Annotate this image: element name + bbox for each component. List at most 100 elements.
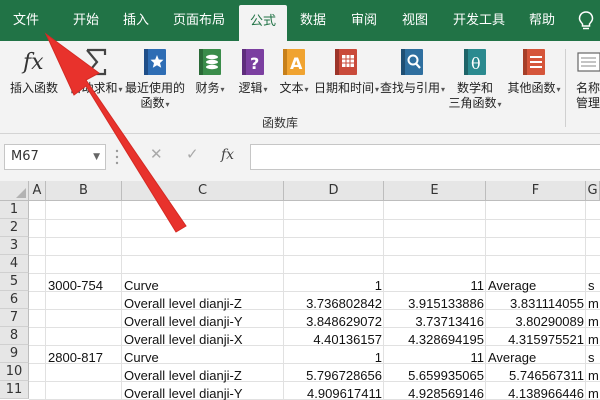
- cell-b5[interactable]: 3000-754: [46, 277, 122, 295]
- math-trig-button[interactable]: θ 数学和 三角函数▾: [444, 45, 506, 117]
- svg-text:?: ?: [250, 54, 259, 73]
- cell-c11[interactable]: Overall level dianji-Y: [122, 385, 284, 400]
- select-all-button[interactable]: [0, 181, 29, 201]
- cell-d8[interactable]: 4.40136157: [284, 331, 384, 349]
- row-header-11[interactable]: 11: [0, 381, 29, 399]
- date-time-button[interactable]: 日期和时间▾: [314, 45, 379, 117]
- cell-e8[interactable]: 4.328694195: [384, 331, 486, 349]
- cell-g9[interactable]: s: [586, 349, 600, 367]
- cell-g10[interactable]: m: [586, 367, 600, 385]
- tab-formulas[interactable]: 公式: [239, 5, 287, 41]
- logical-icon: ?: [242, 49, 264, 75]
- cell-e10[interactable]: 5.659935065: [384, 367, 486, 385]
- cell-c7[interactable]: Overall level dianji-Y: [122, 313, 284, 331]
- formula-input[interactable]: [250, 144, 600, 170]
- cell-c10[interactable]: Overall level dianji-Z: [122, 367, 284, 385]
- cell-e6[interactable]: 3.915133886: [384, 295, 486, 313]
- cell-d6[interactable]: 3.736802842: [284, 295, 384, 313]
- tab-help[interactable]: 帮助: [522, 0, 562, 41]
- row-header-5[interactable]: 5: [0, 273, 29, 291]
- row-header-9[interactable]: 9: [0, 345, 29, 363]
- cell-g7[interactable]: m: [586, 313, 600, 331]
- column-header-c[interactable]: C: [122, 181, 284, 201]
- logical-button[interactable]: ? 逻辑▾: [234, 45, 272, 117]
- cell-e11[interactable]: 4.928569146: [384, 385, 486, 400]
- date-time-icon: [335, 49, 357, 75]
- cell-f7[interactable]: 3.80290089: [486, 313, 586, 331]
- cell-f10[interactable]: 5.746567311: [486, 367, 586, 385]
- formula-bar: M67 ▼ ✕ ✓ fx: [0, 134, 600, 181]
- row-header-3[interactable]: 3: [0, 237, 29, 255]
- row-header-7[interactable]: 7: [0, 309, 29, 327]
- autosum-label: 自动求和▾: [69, 81, 123, 95]
- svg-text:A: A: [290, 54, 303, 73]
- row-header-4[interactable]: 4: [0, 255, 29, 273]
- enter-check-icon[interactable]: ✓: [186, 145, 199, 163]
- cell-e5[interactable]: 11: [384, 277, 486, 295]
- cell-f11[interactable]: 4.138966446: [486, 385, 586, 400]
- cell-c6[interactable]: Overall level dianji-Z: [122, 295, 284, 313]
- cell-d7[interactable]: 3.848629072: [284, 313, 384, 331]
- cell-d11[interactable]: 4.909617411: [284, 385, 384, 400]
- tab-file[interactable]: 文件: [6, 0, 46, 41]
- autosum-button[interactable]: 自动求和▾: [68, 45, 124, 117]
- text-label: 文本▾: [279, 81, 309, 95]
- tab-insert[interactable]: 插入: [116, 0, 156, 41]
- cell-d10[interactable]: 5.796728656: [284, 367, 384, 385]
- cell-e9[interactable]: 11: [384, 349, 486, 367]
- cell-d5[interactable]: 1: [284, 277, 384, 295]
- name-box-dropdown-icon[interactable]: ▼: [93, 145, 100, 169]
- math-trig-label: 数学和 三角函数▾: [448, 81, 502, 110]
- lightbulb-icon[interactable]: [578, 11, 594, 31]
- lookup-reference-icon: [401, 49, 423, 75]
- row-header-10[interactable]: 10: [0, 363, 29, 381]
- cell-f5[interactable]: Average: [486, 277, 586, 295]
- cell-f8[interactable]: 4.315975521: [486, 331, 586, 349]
- cell-f9[interactable]: Average: [486, 349, 586, 367]
- financial-button[interactable]: 财务▾: [190, 45, 230, 117]
- row-header-6[interactable]: 6: [0, 291, 29, 309]
- recently-used-button[interactable]: 最近使用的 函数▾: [124, 45, 186, 117]
- svg-text:fx: fx: [21, 50, 44, 75]
- cell-e7[interactable]: 3.73713416: [384, 313, 486, 331]
- row-header-1[interactable]: 1: [0, 201, 29, 219]
- column-header-g[interactable]: G: [586, 181, 600, 201]
- tab-home[interactable]: 开始: [66, 0, 106, 41]
- name-box[interactable]: M67 ▼: [4, 144, 106, 170]
- tab-review[interactable]: 审阅: [344, 0, 384, 41]
- cell-c5[interactable]: Curve: [122, 277, 284, 295]
- cell-g11[interactable]: m: [586, 385, 600, 400]
- gridline: [29, 255, 600, 256]
- column-header-e[interactable]: E: [384, 181, 486, 201]
- logical-label: 逻辑▾: [238, 81, 268, 95]
- text-button[interactable]: A 文本▾: [274, 45, 314, 117]
- tab-data[interactable]: 数据: [293, 0, 333, 41]
- cell-g6[interactable]: m: [586, 295, 600, 313]
- insert-function-button[interactable]: fx 插入函数: [4, 45, 64, 117]
- text-icon: A: [283, 49, 305, 75]
- name-manager-button[interactable]: 名称 管理: [572, 45, 600, 117]
- tab-page-layout[interactable]: 页面布局: [166, 0, 232, 41]
- cell-c8[interactable]: Overall level dianji-X: [122, 331, 284, 349]
- cell-b9[interactable]: 2800-817: [46, 349, 122, 367]
- formula-bar-grip-icon[interactable]: [115, 146, 119, 168]
- tab-developer[interactable]: 开发工具: [446, 0, 512, 41]
- row-header-8[interactable]: 8: [0, 327, 29, 345]
- recently-used-label: 最近使用的 函数▾: [124, 81, 185, 110]
- column-header-f[interactable]: F: [486, 181, 586, 201]
- column-header-b[interactable]: B: [46, 181, 122, 201]
- column-header-a[interactable]: A: [29, 181, 46, 201]
- column-header-d[interactable]: D: [284, 181, 384, 201]
- cell-g5[interactable]: s: [586, 277, 600, 295]
- cell-d9[interactable]: 1: [284, 349, 384, 367]
- cell-g8[interactable]: m: [586, 331, 600, 349]
- lookup-reference-button[interactable]: 查找与引用▾: [380, 45, 445, 117]
- more-functions-button[interactable]: 其他函数▾: [506, 45, 562, 117]
- cancel-icon[interactable]: ✕: [150, 145, 163, 163]
- cell-c9[interactable]: Curve: [122, 349, 284, 367]
- gridline: [29, 237, 600, 238]
- row-header-2[interactable]: 2: [0, 219, 29, 237]
- cell-f6[interactable]: 3.831114055: [486, 295, 586, 313]
- insert-function-fx-icon[interactable]: fx: [221, 147, 234, 163]
- tab-view[interactable]: 视图: [395, 0, 435, 41]
